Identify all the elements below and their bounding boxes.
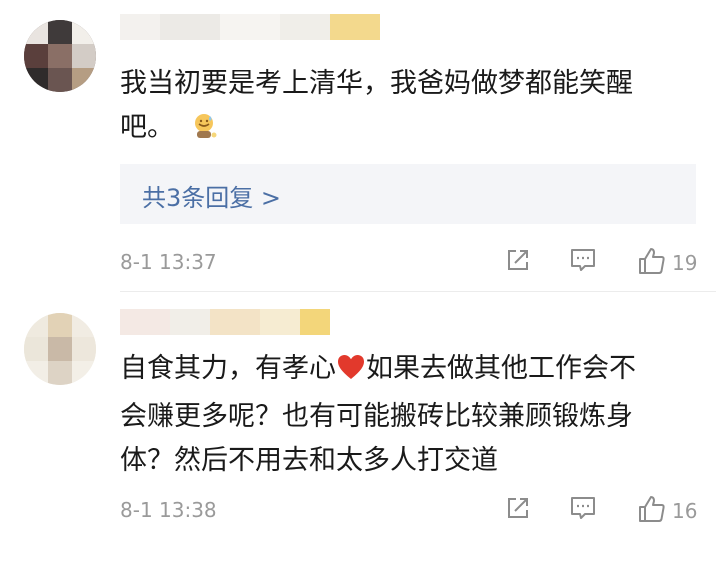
- timestamp: 8-1 13:37: [120, 250, 217, 274]
- comment-icon: [568, 493, 598, 527]
- comment-text: 自食其力，有孝心 如果去做其他工作会不 会赚更多呢？也有可能搬砖比较兼顾锻炼身 …: [120, 347, 690, 483]
- share-icon: [503, 493, 533, 527]
- avatar[interactable]: [24, 20, 96, 92]
- comment-line: 我当初要是考上清华，我爸妈做梦都能笑醒: [120, 68, 633, 99]
- comment-icon: [568, 245, 598, 279]
- comment-2: 自食其力，有孝心 如果去做其他工作会不 会赚更多呢？也有可能搬砖比较兼顾锻炼身 …: [0, 293, 716, 573]
- red-heart-icon: [336, 351, 366, 395]
- comment-line: 自食其力，有孝心 如果去做其他工作会不: [120, 347, 690, 395]
- like-button[interactable]: 16: [636, 493, 697, 529]
- comment-line: 吧。: [120, 106, 690, 154]
- username-blurred[interactable]: [120, 309, 330, 335]
- username-blurred[interactable]: [120, 14, 380, 40]
- comment-line: 会赚更多呢？也有可能搬砖比较兼顾锻炼身: [120, 401, 633, 432]
- comment-1: 我当初要是考上清华，我爸妈做梦都能笑醒 吧。 共3条回复 > 8-1 13:37: [0, 0, 716, 292]
- comment-line-text: 吧。: [120, 112, 174, 143]
- share-button[interactable]: [503, 245, 533, 279]
- like-count: 19: [672, 251, 698, 275]
- like-count: 16: [672, 499, 698, 523]
- view-replies-button[interactable]: 共3条回复 >: [120, 164, 696, 224]
- share-icon: [503, 245, 533, 279]
- thumbs-up-icon: [636, 245, 668, 281]
- divider: [120, 291, 716, 292]
- reply-button[interactable]: [568, 245, 598, 279]
- view-replies-label: 共3条回复 >: [142, 184, 282, 212]
- comment-line: 体？然后不用去和太多人打交道: [120, 445, 498, 476]
- sweat-smile-emoji-icon: [191, 110, 219, 154]
- share-button[interactable]: [503, 493, 533, 527]
- like-button[interactable]: 19: [636, 245, 697, 281]
- comment-line-text: 自食其力，有孝心: [120, 353, 336, 384]
- reply-button[interactable]: [568, 493, 598, 527]
- comment-line-text: 如果去做其他工作会不: [366, 353, 636, 384]
- avatar[interactable]: [24, 313, 96, 385]
- thumbs-up-icon: [636, 493, 668, 529]
- timestamp: 8-1 13:38: [120, 498, 217, 522]
- comment-text: 我当初要是考上清华，我爸妈做梦都能笑醒 吧。: [120, 62, 690, 154]
